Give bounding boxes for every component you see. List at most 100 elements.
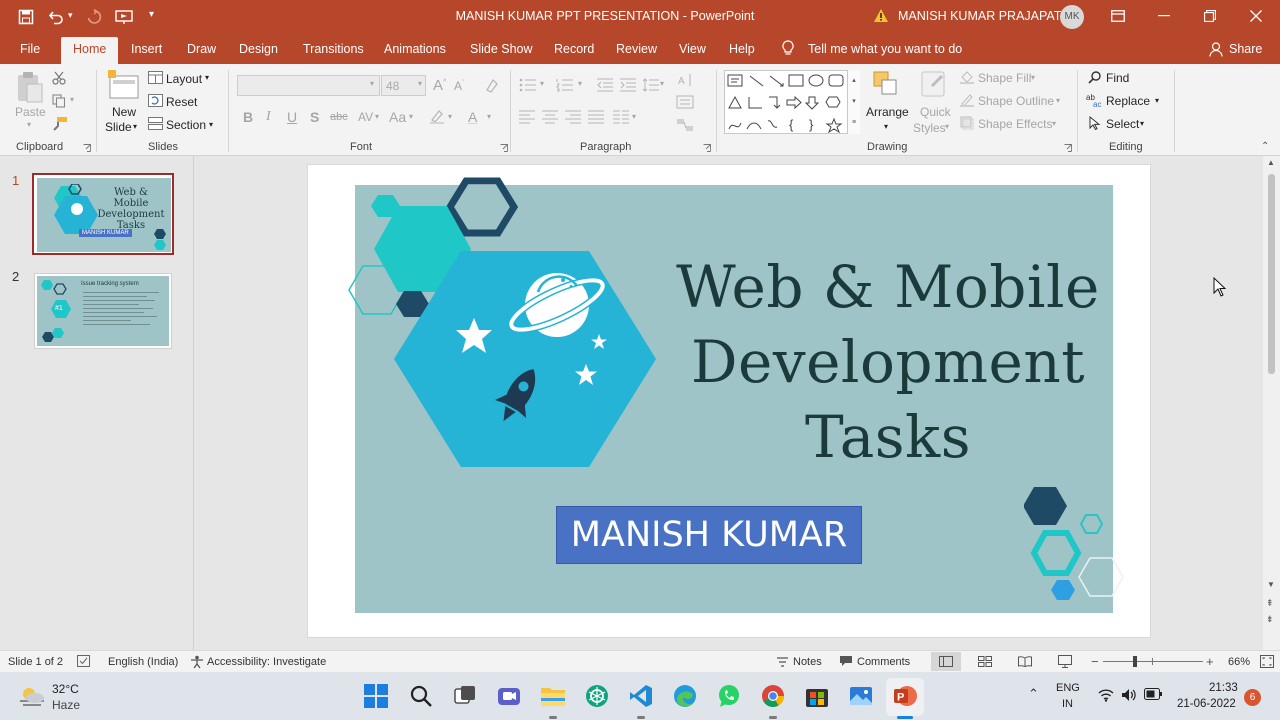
paste-label[interactable]: Paste: [15, 105, 46, 119]
replace-icon[interactable]: abac: [1086, 93, 1102, 107]
file-explorer-icon[interactable]: [540, 684, 566, 708]
paste-icon[interactable]: [15, 70, 45, 106]
input-region[interactable]: IN: [1062, 698, 1073, 710]
font-color-icon[interactable]: A: [468, 109, 477, 125]
ribbon-display-options-icon[interactable]: [1111, 10, 1125, 22]
tab-slide-show[interactable]: Slide Show: [470, 42, 533, 56]
character-spacing-dropdown-icon[interactable]: ▾: [375, 112, 379, 121]
weather-haze-icon[interactable]: [18, 684, 46, 708]
copy-icon[interactable]: [52, 94, 66, 108]
align-left-icon[interactable]: [519, 110, 535, 124]
shape-outline-dropdown-icon[interactable]: ▾: [1056, 96, 1060, 105]
clear-formatting-icon[interactable]: [483, 78, 499, 94]
next-slide-icon[interactable]: ⇟: [1266, 614, 1274, 625]
layout-icon[interactable]: [148, 71, 163, 84]
italic-icon[interactable]: I: [266, 109, 271, 125]
chatgpt-icon[interactable]: [584, 683, 610, 709]
shape-fill-dropdown-icon[interactable]: ▾: [1031, 73, 1035, 82]
edge-browser-icon[interactable]: [672, 683, 698, 709]
save-icon[interactable]: [18, 9, 34, 25]
underline-icon[interactable]: U: [287, 109, 297, 125]
bold-icon[interactable]: B: [243, 109, 253, 125]
slide-title[interactable]: Web & Mobile Development Tasks: [663, 250, 1113, 475]
line-spacing-dropdown-icon[interactable]: ▾: [660, 79, 664, 88]
numbering-icon[interactable]: [556, 78, 574, 92]
tab-insert[interactable]: Insert: [131, 42, 162, 56]
change-case-icon[interactable]: Aa: [389, 109, 406, 125]
notification-badge[interactable]: 6: [1244, 689, 1261, 706]
tab-animations[interactable]: Animations: [384, 42, 446, 56]
reading-view-icon[interactable]: [1018, 656, 1032, 667]
text-shadow-icon[interactable]: S: [310, 109, 319, 125]
battery-icon[interactable]: [1144, 688, 1162, 700]
restore-icon[interactable]: [1204, 10, 1216, 22]
select-button[interactable]: Select: [1106, 117, 1139, 131]
zoom-slider-thumb[interactable]: [1133, 656, 1137, 667]
text-direction-icon[interactable]: A: [676, 72, 694, 88]
wifi-icon[interactable]: [1098, 688, 1114, 702]
thumbnail-slide-1[interactable]: Web & Mobile Development Tasks MANISH KU…: [32, 173, 174, 255]
reset-icon[interactable]: [148, 94, 163, 107]
collapse-ribbon-icon[interactable]: ⌃: [1261, 141, 1269, 152]
section-button[interactable]: Section: [166, 118, 206, 132]
replace-dropdown-icon[interactable]: ▾: [1155, 96, 1159, 105]
tab-review[interactable]: Review: [616, 42, 657, 56]
section-icon[interactable]: [148, 117, 163, 130]
vscode-icon[interactable]: [628, 683, 654, 709]
comments-icon[interactable]: [839, 655, 853, 667]
microsoft-store-icon[interactable]: [804, 683, 830, 709]
replace-button[interactable]: Replace: [1106, 94, 1150, 108]
notes-button[interactable]: Notes: [793, 656, 822, 668]
bullets-dropdown-icon[interactable]: ▾: [540, 79, 544, 88]
arrange-button[interactable]: Arrange: [866, 105, 909, 119]
new-slide-icon[interactable]: [108, 70, 140, 104]
highlight-dropdown-icon[interactable]: ▾: [448, 112, 452, 121]
share-button[interactable]: Share: [1229, 42, 1262, 56]
shape-effects-button[interactable]: Shape Effects: [978, 117, 1053, 131]
zoom-level[interactable]: 66%: [1228, 656, 1250, 668]
weather-temperature[interactable]: 32°C: [52, 682, 79, 696]
shape-outline-icon[interactable]: [960, 93, 974, 107]
spelling-icon[interactable]: [77, 655, 91, 668]
scroll-thumb[interactable]: [1268, 174, 1275, 374]
comments-button[interactable]: Comments: [857, 656, 910, 668]
shape-fill-button[interactable]: Shape Fill: [978, 71, 1031, 85]
thumbnail-slide-2[interactable]: #1 Issue tracking system: [34, 273, 172, 349]
smartart-icon[interactable]: [676, 118, 694, 132]
scroll-down-icon[interactable]: ▼: [1267, 580, 1275, 589]
volume-icon[interactable]: [1121, 688, 1137, 702]
new-slide-label-2[interactable]: Slide: [105, 120, 132, 134]
accessibility-status[interactable]: Accessibility: Investigate: [207, 656, 326, 668]
tab-transitions[interactable]: Transitions: [303, 42, 364, 56]
columns-icon[interactable]: [613, 110, 629, 124]
find-button[interactable]: Find: [1106, 71, 1129, 85]
highlight-icon[interactable]: [429, 109, 445, 125]
find-icon[interactable]: [1088, 70, 1102, 84]
start-windows-icon[interactable]: [364, 684, 388, 708]
zoom-in-icon[interactable]: +: [1206, 654, 1214, 669]
columns-dropdown-icon[interactable]: ▾: [632, 112, 636, 121]
format-painter-icon[interactable]: [52, 116, 68, 132]
font-launcher-icon[interactable]: [500, 144, 508, 152]
select-icon[interactable]: [1089, 116, 1101, 130]
bullets-icon[interactable]: [519, 78, 537, 92]
shape-outline-button[interactable]: Shape Outline: [978, 94, 1054, 108]
minimize-icon[interactable]: [1158, 15, 1170, 17]
tab-design[interactable]: Design: [239, 42, 278, 56]
teams-chat-icon[interactable]: [496, 683, 522, 709]
decrease-indent-icon[interactable]: [597, 78, 613, 92]
layout-button[interactable]: Layout: [166, 72, 202, 86]
justify-icon[interactable]: [588, 110, 604, 124]
slide-show-icon[interactable]: [1058, 655, 1072, 668]
paragraph-launcher-icon[interactable]: [703, 144, 711, 152]
increase-indent-icon[interactable]: [620, 78, 636, 92]
numbering-dropdown-icon[interactable]: ▾: [578, 79, 582, 88]
customize-quick-access-icon[interactable]: ▾: [149, 9, 154, 20]
align-center-icon[interactable]: [542, 110, 558, 124]
whatsapp-icon[interactable]: [716, 683, 742, 709]
font-size-dropdown-icon[interactable]: ▾: [418, 79, 422, 88]
tab-record[interactable]: Record: [554, 42, 594, 56]
new-slide-label-1[interactable]: New: [112, 105, 136, 119]
shape-effects-dropdown-icon[interactable]: ▾: [1052, 119, 1056, 128]
decrease-font-size-icon[interactable]: Aˇ: [454, 79, 464, 93]
